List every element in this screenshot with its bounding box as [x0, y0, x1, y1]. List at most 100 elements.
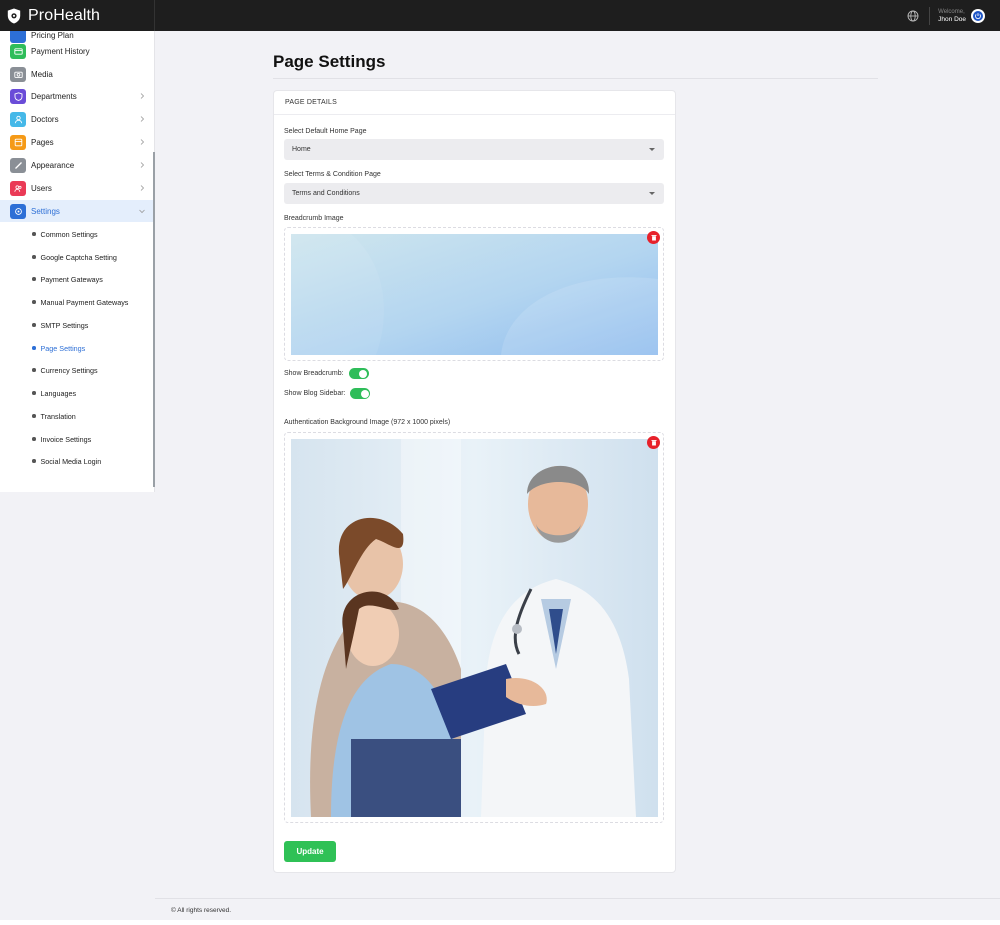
- title-divider: [273, 78, 878, 79]
- submenu-item-social-media-login[interactable]: Social Media Login: [0, 451, 154, 471]
- bullet: [32, 368, 36, 372]
- submenu-item-languages[interactable]: Languages: [0, 383, 154, 403]
- footer-text: © All rights reserved.: [171, 907, 232, 914]
- sidebar-item-label: Doctors: [31, 114, 59, 124]
- bullet: [32, 232, 36, 236]
- sidebar-item-appearance[interactable]: Appearance: [0, 154, 154, 176]
- brush-icon: [10, 157, 26, 173]
- show-blog-sidebar-label: Show Blog Sidebar:: [284, 390, 346, 397]
- submenu-item-page-settings[interactable]: Page Settings: [0, 338, 154, 358]
- sidebar-item-media[interactable]: Media: [0, 63, 154, 85]
- caret-down-icon: [649, 148, 655, 151]
- sidebar: Pricing Plan Payment History Media Depar…: [0, 31, 155, 492]
- caret-down-icon: [649, 192, 655, 195]
- auth-background-image: [291, 439, 658, 817]
- submenu-item-translation[interactable]: Translation: [0, 406, 154, 426]
- submenu-item-label: Currency Settings: [40, 365, 98, 375]
- home-page-label: Select Default Home Page: [284, 128, 367, 135]
- submenu-item-google-captcha[interactable]: Google Captcha Setting: [0, 247, 154, 267]
- submenu-item-label: Page Settings: [40, 343, 86, 353]
- users-icon: [10, 180, 26, 196]
- app-name: ProHealth: [28, 6, 101, 24]
- brand[interactable]: ProHealth: [0, 0, 155, 31]
- submenu-item-label: Social Media Login: [40, 456, 102, 466]
- submenu-item-label: Payment Gateways: [40, 274, 103, 284]
- bullet: [32, 300, 36, 304]
- top-bar: ProHealth Welcome, Jhon Doe: [0, 0, 1000, 31]
- sidebar-item-label: Pricing Plan: [31, 31, 74, 40]
- terms-page-label: Select Terms & Condition Page: [284, 171, 381, 178]
- show-blog-sidebar-toggle[interactable]: [350, 388, 371, 399]
- logo-shield-icon: [7, 8, 21, 23]
- sidebar-item-payment-history[interactable]: Payment History: [0, 40, 154, 62]
- chevron-right-icon: [140, 139, 145, 145]
- show-breadcrumb-row: Show Breadcrumb:: [284, 368, 369, 379]
- submenu-item-label: Common Settings: [40, 229, 98, 239]
- terms-page-select[interactable]: Terms and Conditions: [284, 183, 664, 204]
- sidebar-item-label: Appearance: [31, 160, 75, 170]
- footer-divider: [155, 898, 1000, 899]
- breadcrumb-image-label: Breadcrumb Image: [284, 215, 344, 222]
- sidebar-item-users[interactable]: Users: [0, 177, 154, 199]
- wallet-icon: [10, 43, 26, 59]
- bullet: [32, 414, 36, 418]
- update-button[interactable]: Update: [284, 841, 336, 862]
- sidebar-scrollbar[interactable]: [153, 152, 155, 487]
- camera-icon: [10, 66, 26, 82]
- sidebar-item-label: Departments: [31, 91, 77, 101]
- submenu-item-label: SMTP Settings: [40, 320, 89, 330]
- delete-auth-background-button[interactable]: [647, 436, 660, 449]
- sidebar-item-label: Settings: [31, 206, 60, 216]
- show-blog-sidebar-row: Show Blog Sidebar:: [284, 388, 371, 399]
- chevron-right-icon: [140, 93, 145, 99]
- gear-icon: [10, 203, 26, 219]
- bullet: [32, 437, 36, 441]
- auth-background-label: Authentication Background Image (972 x 1…: [284, 419, 451, 426]
- show-breadcrumb-toggle[interactable]: [348, 368, 369, 379]
- terms-page-value: Terms and Conditions: [292, 190, 360, 197]
- welcome-label: Welcome,: [938, 8, 965, 15]
- chevron-down-icon: [139, 209, 145, 214]
- sidebar-item-label: Payment History: [31, 46, 90, 56]
- sidebar-item-settings[interactable]: Settings: [0, 200, 154, 222]
- submenu-item-label: Translation: [40, 411, 76, 421]
- sidebar-item-label: Pages: [31, 137, 54, 147]
- page-details-card: PAGE DETAILS Select Default Home Page Ho…: [273, 90, 676, 873]
- home-page-select[interactable]: Home: [284, 139, 664, 160]
- submenu-item-label: Languages: [40, 388, 77, 398]
- card-header: PAGE DETAILS: [274, 91, 675, 115]
- submenu-item-label: Google Captcha Setting: [40, 252, 117, 262]
- submenu-item-smtp-settings[interactable]: SMTP Settings: [0, 315, 154, 335]
- pages-icon: [10, 134, 26, 150]
- logout-button[interactable]: [971, 8, 985, 23]
- sidebar-item-label: Media: [31, 69, 53, 79]
- trash-icon: [651, 440, 656, 446]
- sidebar-item-departments[interactable]: Departments: [0, 85, 154, 107]
- shield-icon: [10, 88, 26, 104]
- submenu-item-currency-settings[interactable]: Currency Settings: [0, 360, 154, 380]
- delete-breadcrumb-image-button[interactable]: [647, 231, 660, 244]
- sidebar-item-doctors[interactable]: Doctors: [0, 108, 154, 130]
- user-welcome[interactable]: Welcome, Jhon Doe: [938, 8, 966, 24]
- bullet: [32, 255, 36, 259]
- user-name: Jhon Doe: [938, 15, 966, 23]
- globe-icon[interactable]: [907, 10, 919, 22]
- bullet: [32, 323, 36, 327]
- submenu-item-label: Invoice Settings: [40, 434, 92, 444]
- bullet: [32, 277, 36, 281]
- breadcrumb-image-box[interactable]: [284, 227, 664, 361]
- chevron-right-icon: [140, 162, 145, 168]
- power-icon: [973, 10, 983, 21]
- auth-background-image-box[interactable]: [284, 432, 664, 823]
- home-page-value: Home: [292, 146, 311, 153]
- chevron-right-icon: [140, 116, 145, 122]
- trash-icon: [651, 235, 656, 241]
- submenu-item-payment-gateways[interactable]: Payment Gateways: [0, 269, 154, 289]
- submenu-item-common-settings[interactable]: Common Settings: [0, 224, 154, 244]
- submenu-item-manual-payment-gateways[interactable]: Manual Payment Gateways: [0, 292, 154, 312]
- topbar-right: Welcome, Jhon Doe: [907, 0, 985, 31]
- show-breadcrumb-label: Show Breadcrumb:: [284, 370, 344, 377]
- sidebar-item-pages[interactable]: Pages: [0, 131, 154, 153]
- submenu-item-invoice-settings[interactable]: Invoice Settings: [0, 429, 154, 449]
- chevron-right-icon: [140, 185, 145, 191]
